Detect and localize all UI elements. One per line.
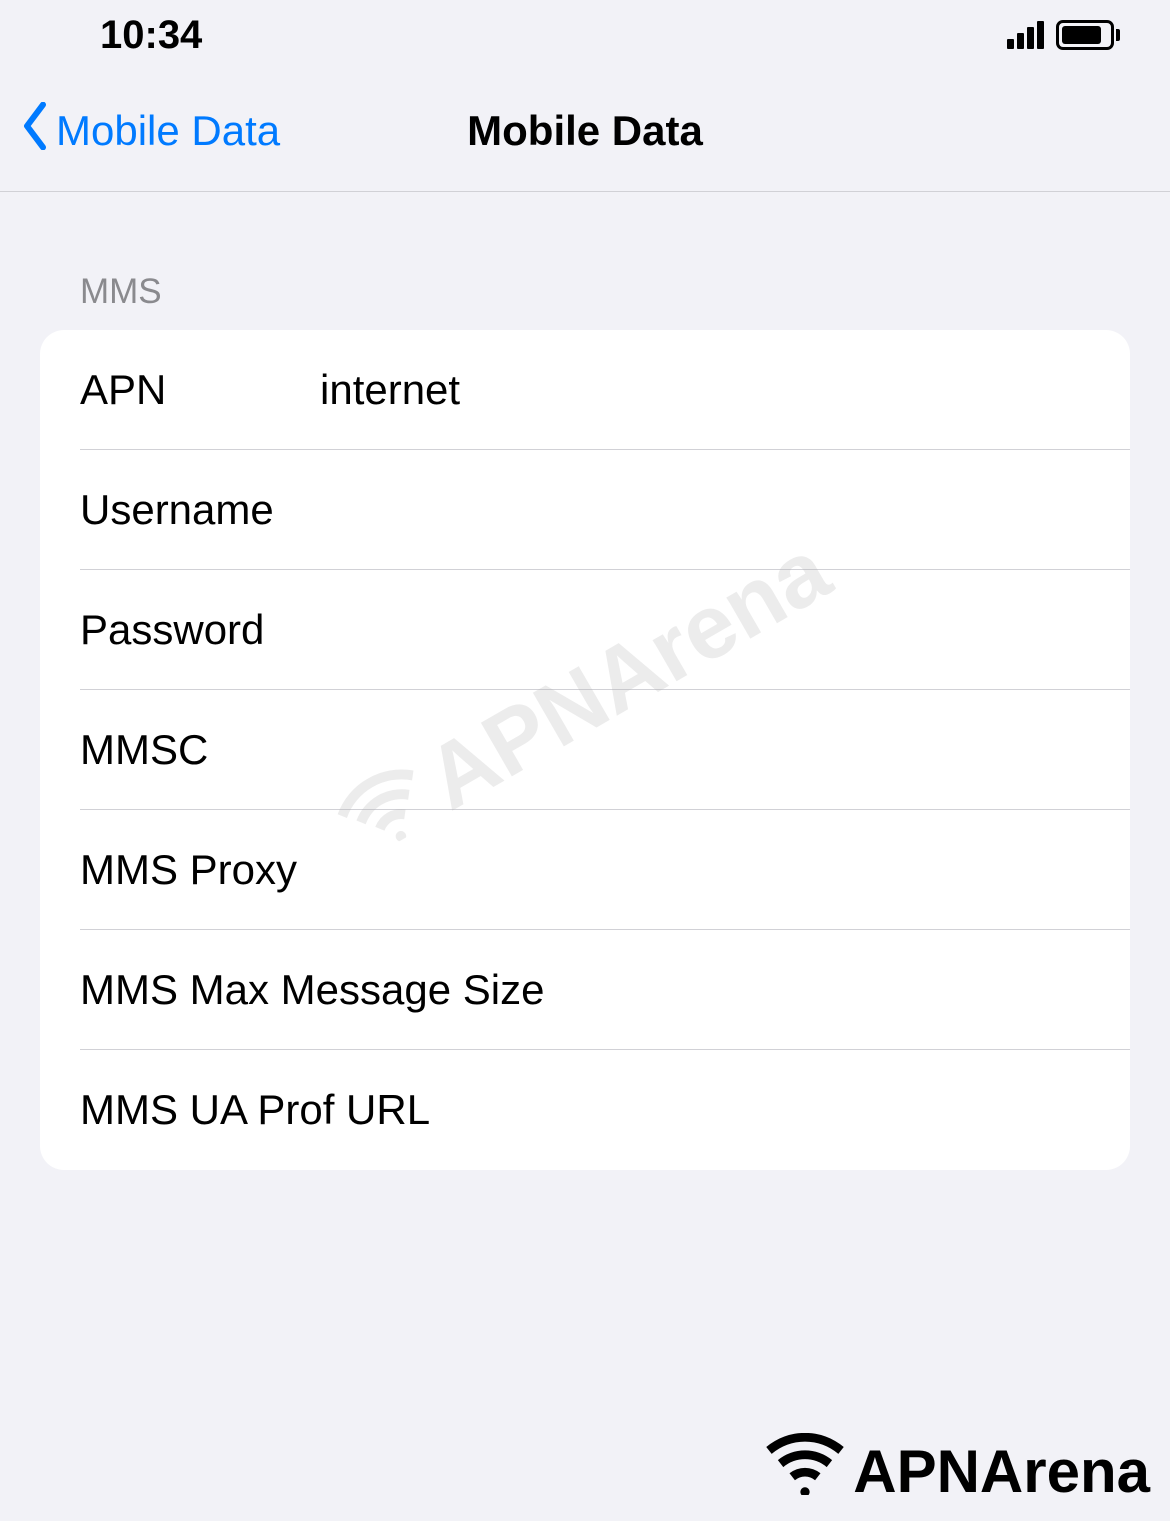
mms-proxy-input[interactable] <box>589 846 1130 894</box>
nav-bar: Mobile Data Mobile Data <box>0 70 1170 192</box>
chevron-left-icon <box>20 102 50 159</box>
row-label-mmsc: MMSC <box>80 726 320 774</box>
row-mms-max-size[interactable]: MMS Max Message Size <box>40 930 1130 1050</box>
mms-ua-prof-input[interactable] <box>589 1086 1130 1134</box>
row-label-username: Username <box>80 486 320 534</box>
mmsc-input[interactable] <box>320 726 1130 774</box>
status-icons <box>1007 20 1120 50</box>
wifi-icon <box>765 1433 845 1509</box>
status-bar: 10:34 <box>0 0 1170 70</box>
password-input[interactable] <box>320 606 1130 654</box>
apn-input[interactable] <box>320 366 1130 414</box>
row-mms-ua-prof[interactable]: MMS UA Prof URL <box>40 1050 1130 1170</box>
section-header-mms: MMS <box>40 272 1130 330</box>
row-label-mms-proxy: MMS Proxy <box>80 846 589 894</box>
battery-icon <box>1056 20 1120 50</box>
row-username[interactable]: Username <box>40 450 1130 570</box>
row-label-password: Password <box>80 606 320 654</box>
row-label-mms-ua-prof: MMS UA Prof URL <box>80 1086 589 1134</box>
mms-max-size-input[interactable] <box>589 966 1130 1014</box>
row-password[interactable]: Password <box>40 570 1130 690</box>
signal-icon <box>1007 21 1044 49</box>
username-input[interactable] <box>320 486 1130 534</box>
row-mms-proxy[interactable]: MMS Proxy <box>40 810 1130 930</box>
back-label: Mobile Data <box>56 107 280 155</box>
settings-group-mms: APN Username Password MMSC MMS Proxy MMS… <box>40 330 1130 1170</box>
row-apn[interactable]: APN <box>40 330 1130 450</box>
watermark-bottom: APNArena <box>765 1433 1150 1509</box>
row-label-apn: APN <box>80 366 320 414</box>
status-time: 10:34 <box>100 13 202 58</box>
back-button[interactable]: Mobile Data <box>20 102 280 159</box>
content-area: MMS APN Username Password MMSC MMS Proxy <box>0 192 1170 1170</box>
row-label-mms-max-size: MMS Max Message Size <box>80 966 589 1014</box>
watermark-text: APNArena <box>853 1437 1150 1506</box>
row-mmsc[interactable]: MMSC <box>40 690 1130 810</box>
